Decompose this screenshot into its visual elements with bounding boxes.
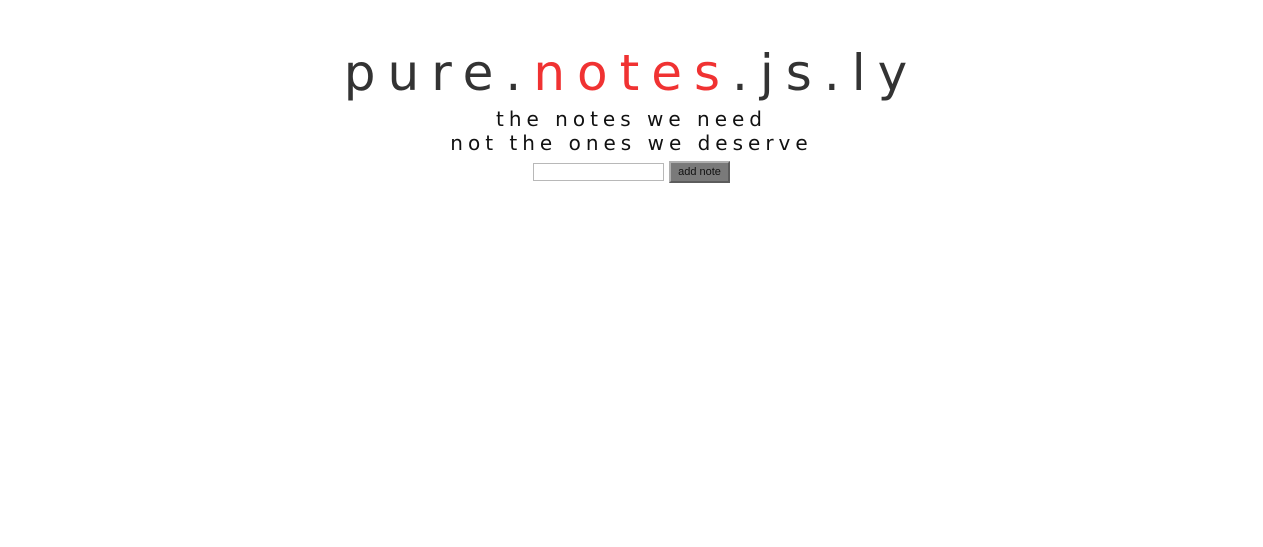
page: pure.notes.js.ly the notes we need not t…: [0, 0, 1263, 547]
logo-text-pure: pure.: [343, 44, 534, 102]
tagline-line-2: not the ones we deserve: [450, 131, 813, 155]
site-logo: pure.notes.js.ly: [0, 40, 1263, 106]
note-input[interactable]: [533, 163, 664, 181]
add-note-form: add note: [0, 161, 1263, 183]
logo-text-jsly: .js.ly: [732, 44, 920, 102]
tagline-line-1: the notes we need: [495, 107, 767, 131]
logo-text-notes: notes: [533, 44, 733, 102]
add-note-button[interactable]: add note: [669, 161, 730, 183]
